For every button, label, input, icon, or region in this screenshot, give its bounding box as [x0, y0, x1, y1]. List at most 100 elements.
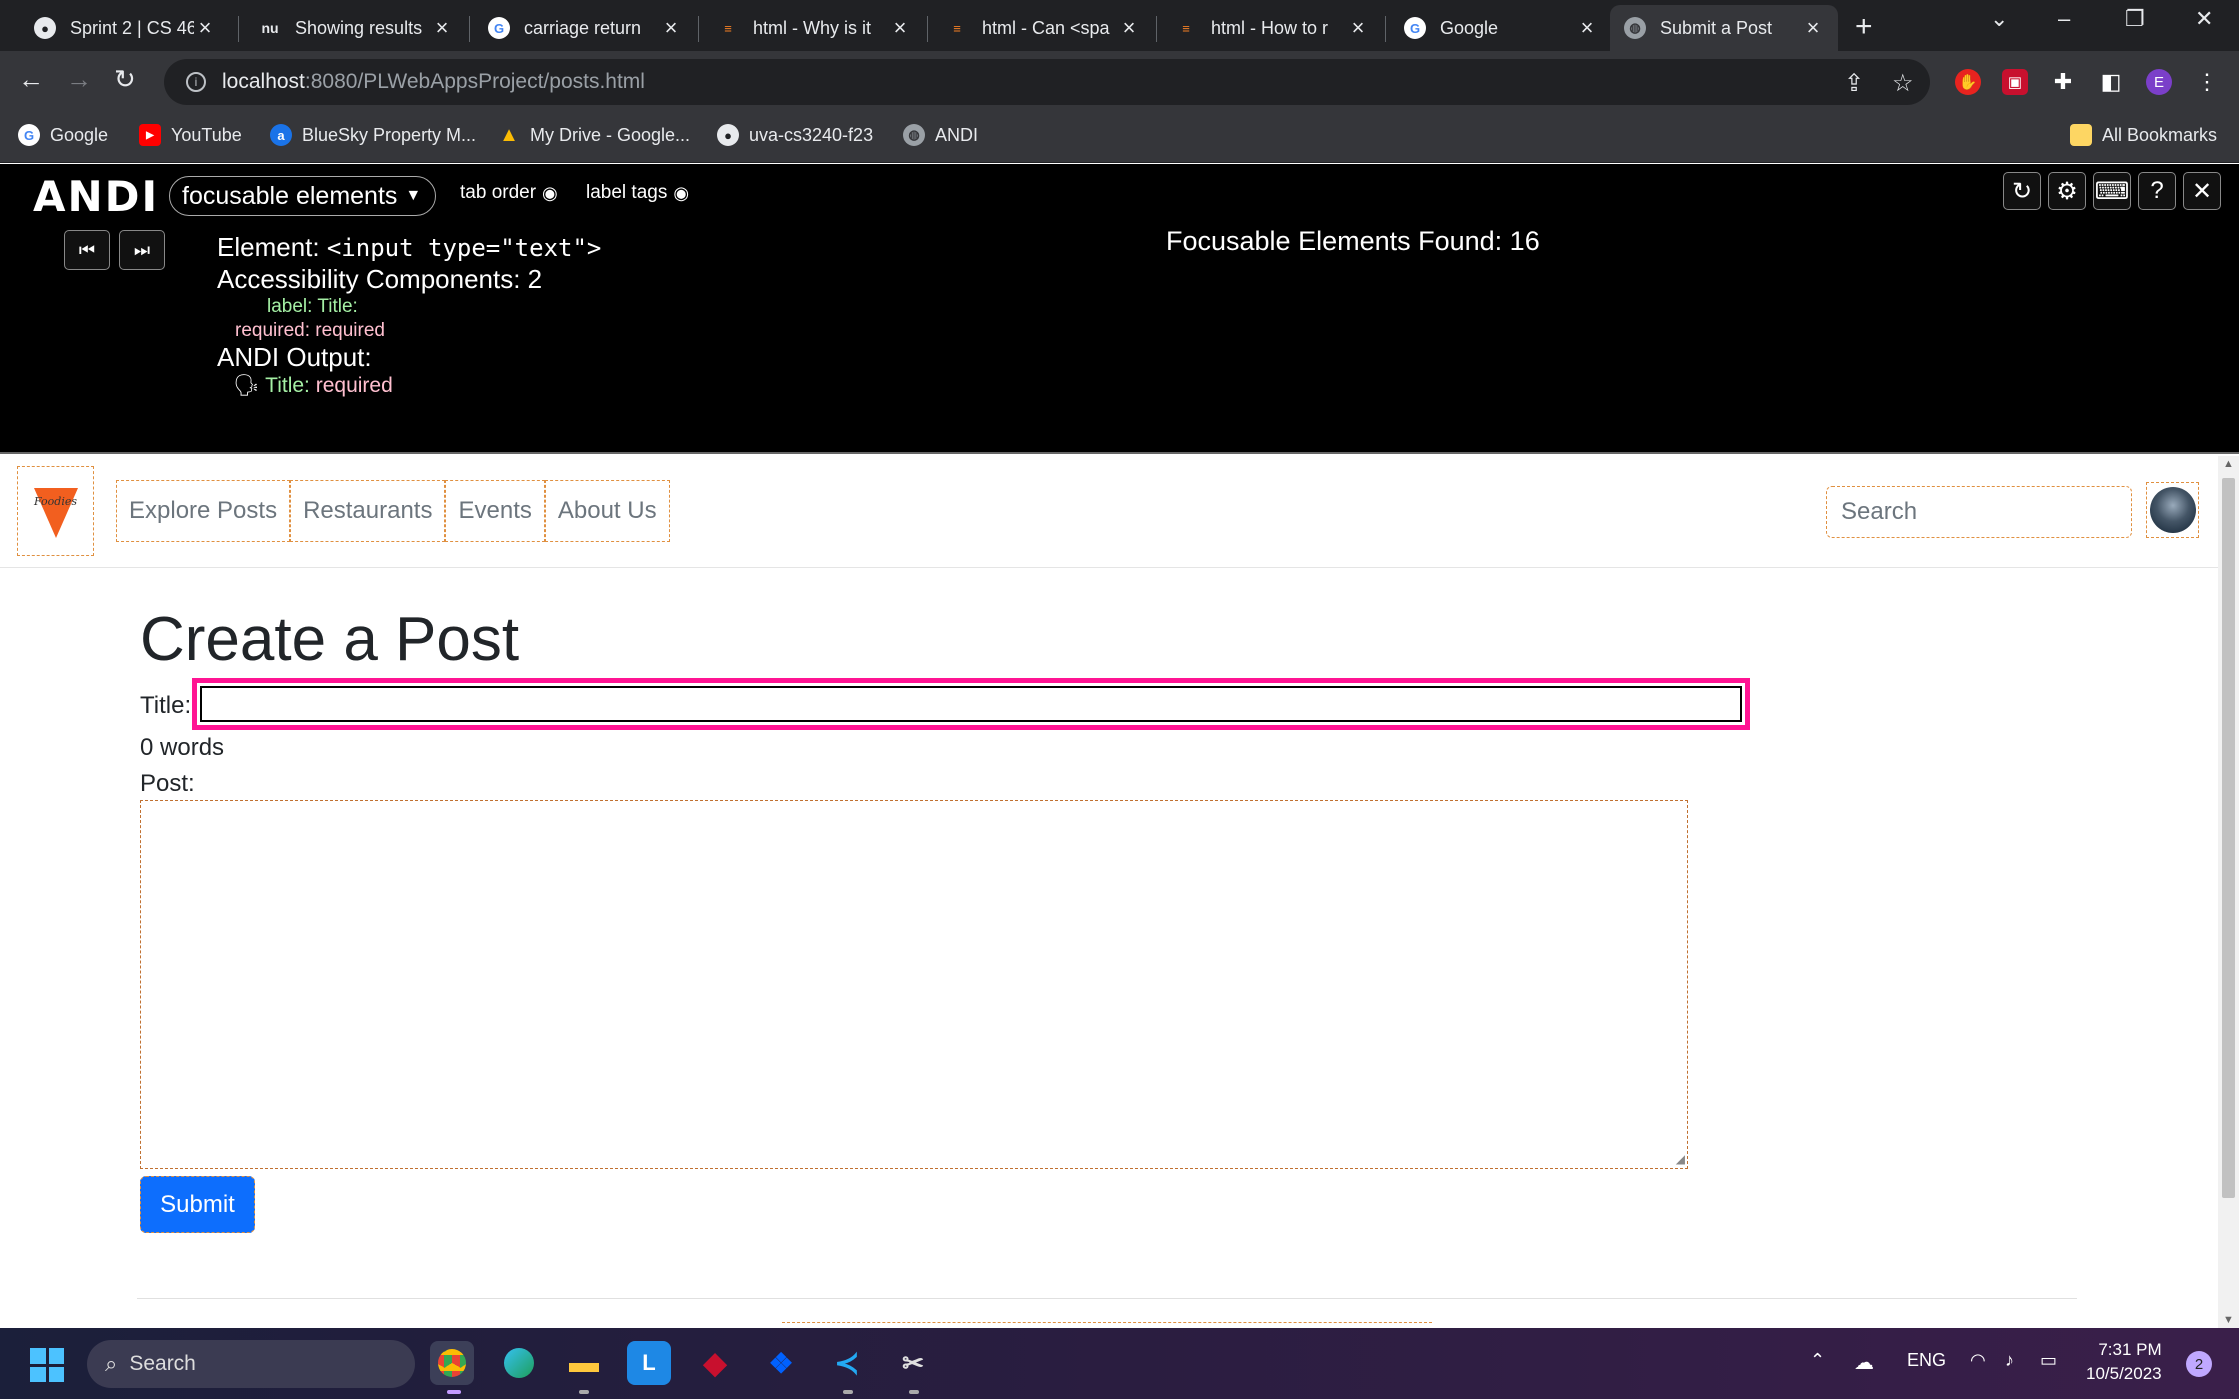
close-tab-icon[interactable]: × [1347, 15, 1369, 41]
close-tab-icon[interactable]: × [194, 15, 216, 41]
andi-help-button[interactable]: ? [2138, 172, 2176, 210]
l-app-icon[interactable]: L [627, 1341, 671, 1385]
taskbar-search[interactable]: ⌕ Search [87, 1340, 415, 1388]
reload-icon[interactable]: ↻ [114, 64, 136, 95]
bookmarks-bar: G Google ▶ YouTube a BlueSky Property M.… [0, 113, 2239, 163]
title-input[interactable] [192, 678, 1750, 730]
tab-html-why[interactable]: ≡ html - Why is it × [703, 5, 925, 51]
post-textarea[interactable]: ◢ [140, 800, 1688, 1169]
forward-icon[interactable]: → [66, 64, 92, 95]
tab-submit-a-post[interactable]: ◍ Submit a Post × [1610, 5, 1838, 51]
andi-mode-select[interactable]: focusable elements ▼ [169, 176, 436, 216]
site-info-icon[interactable]: i [186, 72, 206, 92]
scroll-up-icon[interactable]: ▲ [2223, 458, 2234, 470]
bookmark-youtube[interactable]: ▶ YouTube [139, 124, 242, 146]
profile-avatar[interactable]: E [2146, 69, 2172, 95]
wifi-icon[interactable]: ◠ [1970, 1350, 1986, 1371]
google-icon: G [18, 124, 40, 146]
scrollbar-thumb[interactable] [2222, 478, 2235, 1198]
close-tab-icon[interactable]: × [1802, 15, 1824, 41]
side-panel-icon[interactable]: ◧ [2098, 69, 2124, 95]
nav-explore-posts[interactable]: Explore Posts [116, 480, 291, 542]
windows-start-icon[interactable] [30, 1348, 64, 1382]
bookmark-label: Google [50, 124, 109, 145]
refresh-icon: ↻ [2011, 177, 2033, 205]
system-clock[interactable]: 7:31 PM 10/5/2023 [2086, 1338, 2162, 1386]
tab-carriage-return[interactable]: G carriage return × [474, 5, 696, 51]
url-path: :8080/PLWebAppsProject/posts.html [304, 70, 645, 93]
vscode-app-icon[interactable]: ≺ [825, 1341, 869, 1385]
keyboard-icon: ⌨ [2094, 177, 2130, 205]
notification-badge[interactable]: 2 [2186, 1351, 2212, 1377]
tab-order-toggle[interactable]: tab order ◉ [460, 182, 558, 204]
label-tags-toggle[interactable]: label tags ◉ [586, 182, 689, 204]
element-label: Element: [217, 232, 320, 262]
andi-next-button[interactable]: ⏭ [119, 230, 165, 270]
tab-html-how[interactable]: ≡ html - How to r × [1161, 5, 1383, 51]
page-scrollbar[interactable]: ▲ ▼ [2218, 456, 2239, 1328]
adblock-extension-icon[interactable]: ✋ [1955, 69, 1981, 95]
nu-icon: nu [261, 20, 279, 36]
bookmark-andi[interactable]: ◍ ANDI [903, 124, 978, 146]
all-bookmarks[interactable]: All Bookmarks [2070, 124, 2217, 146]
label-key: label: [267, 296, 313, 317]
close-tab-icon[interactable]: × [1576, 15, 1598, 41]
dropbox-app-icon[interactable]: ❖ [759, 1341, 803, 1385]
chrome-menu-icon[interactable]: ⋮ [2194, 69, 2220, 95]
bookmark-label: ANDI [935, 124, 979, 145]
address-bar[interactable]: i localhost:8080/PLWebAppsProject/posts.… [164, 59, 1930, 105]
tab-google[interactable]: G Google × [1390, 5, 1612, 51]
andi-refresh-button[interactable]: ↻ [2003, 172, 2041, 210]
resize-grip-icon[interactable]: ◢ [1676, 1152, 1685, 1166]
andi-previous-button[interactable]: ⏮ [64, 230, 110, 270]
andi-keyboard-button[interactable]: ⌨ [2093, 172, 2131, 210]
share-icon[interactable]: ⇪ [1844, 69, 1864, 98]
language-indicator[interactable]: ENG [1907, 1350, 1946, 1371]
bookmark-label: YouTube [171, 124, 242, 145]
close-tab-icon[interactable]: × [660, 15, 682, 41]
onedrive-icon[interactable]: ☁ [1854, 1350, 1874, 1375]
globe-icon: ◍ [1624, 17, 1646, 39]
chrome-app-icon[interactable] [430, 1341, 474, 1385]
tab-title: html - How to r [1211, 17, 1329, 38]
mcafee-app-icon[interactable]: ◆ [693, 1341, 737, 1385]
tray-overflow-icon[interactable]: ⌃ [1810, 1350, 1825, 1371]
bookmark-drive[interactable]: ▲ My Drive - Google... [498, 124, 690, 146]
bookmark-bluesky[interactable]: a BlueSky Property M... [270, 124, 476, 146]
bookmark-google[interactable]: G Google [18, 124, 108, 146]
restore-icon[interactable]: ❐ [2125, 6, 2145, 32]
tab-html-can[interactable]: ≡ html - Can <spa × [932, 5, 1154, 51]
bookmark-star-icon[interactable]: ☆ [1892, 69, 1914, 98]
tab-showing-results[interactable]: nu Showing results × [245, 5, 467, 51]
github-icon: ● [34, 17, 56, 39]
nav-about-us[interactable]: About Us [544, 480, 670, 542]
close-tab-icon[interactable]: × [1118, 15, 1140, 41]
site-search-input[interactable]: Search [1826, 486, 2132, 538]
andi-settings-button[interactable]: ⚙ [2048, 172, 2086, 210]
volume-icon[interactable]: ♪ [2005, 1350, 2014, 1371]
foodies-logo[interactable]: Foodies [17, 466, 94, 556]
user-avatar-button[interactable] [2146, 482, 2199, 538]
nav-events[interactable]: Events [445, 480, 545, 542]
tab-sprint[interactable]: ● Sprint 2 | CS 46 × [20, 5, 230, 51]
bookmark-uva[interactable]: ● uva-cs3240-f23 [717, 124, 873, 146]
scroll-down-icon[interactable]: ▼ [2223, 1314, 2234, 1326]
tab-order-label: tab order [460, 182, 537, 203]
andi-close-button[interactable]: ✕ [2183, 172, 2221, 210]
folder-icon [2070, 124, 2092, 146]
close-tab-icon[interactable]: × [889, 15, 911, 41]
back-icon[interactable]: ← [18, 64, 44, 95]
submit-button[interactable]: Submit [140, 1176, 255, 1233]
tab-search-icon[interactable]: ⌄ [1990, 6, 2008, 32]
edge-app-icon[interactable] [497, 1341, 541, 1385]
nav-restaurants[interactable]: Restaurants [290, 480, 446, 542]
battery-icon[interactable]: ▭ [2040, 1350, 2057, 1371]
file-explorer-icon[interactable]: ▬ [562, 1341, 606, 1385]
new-tab-icon[interactable]: + [1855, 10, 1873, 44]
extensions-puzzle-icon[interactable]: ✚ [2050, 69, 2076, 95]
window-close-icon[interactable]: ✕ [2195, 6, 2213, 32]
minimize-icon[interactable]: – [2058, 6, 2070, 32]
mcafee-extension-icon[interactable]: ▣ [2002, 69, 2028, 95]
close-tab-icon[interactable]: × [431, 15, 453, 41]
snipping-tool-icon[interactable]: ✂ [891, 1341, 935, 1385]
